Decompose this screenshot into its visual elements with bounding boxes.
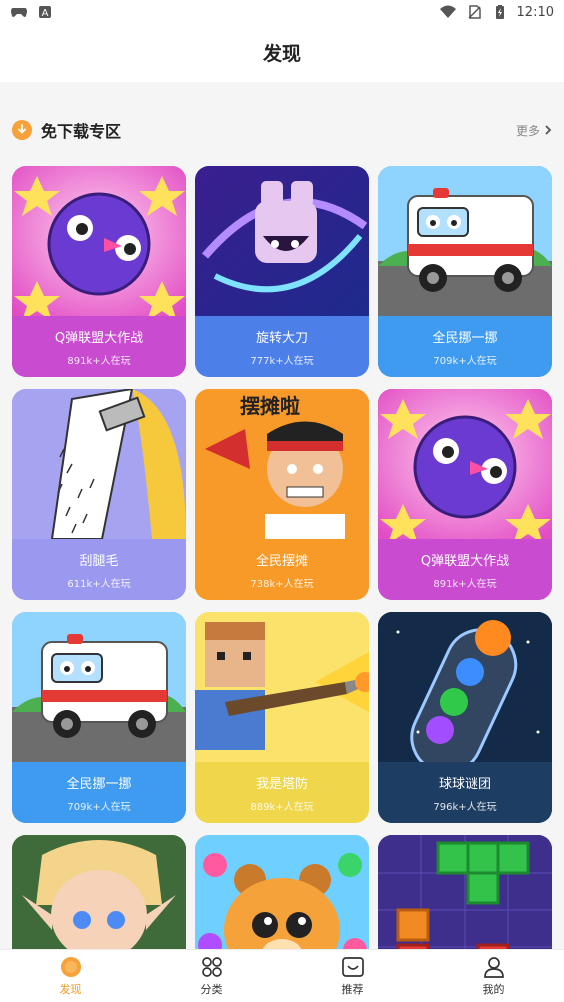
game-thumbnail bbox=[195, 612, 369, 762]
status-time: 12:10 bbox=[516, 4, 554, 20]
game-card[interactable]: 全民挪一挪 709k+人在玩 bbox=[12, 612, 186, 823]
game-play-count: 709k+人在玩 bbox=[67, 801, 131, 813]
game-label-area: Q弹联盟大作战 891k+人在玩 bbox=[378, 539, 552, 600]
game-label-area: 全民挪一挪 709k+人在玩 bbox=[12, 762, 186, 823]
recommend-icon bbox=[341, 957, 364, 977]
game-thumbnail bbox=[378, 166, 552, 316]
game-card[interactable]: 全民挪一挪 709k+人在玩 bbox=[378, 166, 552, 377]
game-thumbnail: 摆摊啦 bbox=[195, 389, 369, 539]
game-play-count: 889k+人在玩 bbox=[250, 801, 314, 813]
game-card[interactable]: 我是塔防 889k+人在玩 bbox=[195, 612, 369, 823]
game-card[interactable]: Q弹联盟大作战 891k+人在玩 bbox=[378, 389, 552, 600]
tab-recommend[interactable]: 推荐 bbox=[282, 950, 423, 1002]
header: 发现 bbox=[0, 24, 564, 80]
tab-category[interactable]: 分类 bbox=[141, 950, 282, 1002]
game-play-count: 891k+人在玩 bbox=[67, 355, 131, 367]
battery-icon bbox=[495, 5, 504, 19]
game-card[interactable]: 刮腿毛 611k+人在玩 bbox=[12, 389, 186, 600]
game-thumbnail bbox=[195, 835, 369, 949]
bottom-tab-bar: 发现 分类 推荐 我的 bbox=[0, 949, 564, 1002]
game-card[interactable] bbox=[195, 835, 369, 949]
game-play-count: 738k+人在玩 bbox=[250, 578, 314, 590]
category-icon bbox=[201, 957, 222, 977]
section-title: 免下载专区 bbox=[41, 122, 122, 141]
status-bar: A 12:10 bbox=[0, 0, 564, 24]
game-label-area: 刮腿毛 611k+人在玩 bbox=[12, 539, 186, 600]
game-play-count: 709k+人在玩 bbox=[433, 355, 497, 367]
game-title: Q弹联盟大作战 bbox=[54, 330, 144, 346]
game-label-area: 旋转大刀 777k+人在玩 bbox=[195, 316, 369, 377]
game-title: 我是塔防 bbox=[255, 776, 308, 792]
wifi-icon bbox=[439, 5, 456, 18]
game-thumbnail bbox=[12, 389, 186, 540]
game-title: 全民挪一挪 bbox=[66, 776, 132, 792]
content-area: 免下载专区 更多 Q弹联盟大作战 891k+人在玩 旋转大刀 777k+人在玩 … bbox=[0, 82, 564, 949]
game-label-area: 全民摆摊 738k+人在玩 bbox=[195, 539, 369, 600]
status-left: A bbox=[10, 5, 54, 19]
game-thumbnail bbox=[378, 612, 552, 774]
game-card[interactable] bbox=[12, 835, 186, 949]
tab-label-category: 分类 bbox=[200, 983, 223, 996]
game-thumbnail bbox=[12, 835, 186, 949]
game-play-count: 611k+人在玩 bbox=[67, 578, 131, 590]
game-thumbnail bbox=[195, 166, 369, 316]
game-thumbnail bbox=[12, 612, 186, 762]
game-label-area: 全民挪一挪 709k+人在玩 bbox=[378, 316, 552, 377]
game-thumbnail bbox=[378, 389, 552, 544]
more-link[interactable]: 更多 bbox=[516, 122, 552, 139]
game-label-area: 我是塔防 889k+人在玩 bbox=[195, 762, 369, 823]
tab-label-profile: 我的 bbox=[482, 983, 505, 996]
game-card[interactable]: 摆摊啦 全民摆摊 738k+人在玩 bbox=[195, 389, 369, 600]
status-right: 12:10 bbox=[439, 5, 554, 20]
app-a-icon: A bbox=[39, 6, 51, 19]
game-card[interactable] bbox=[378, 835, 552, 949]
tab-discover[interactable]: 发现 bbox=[0, 950, 141, 1002]
tab-label-discover: 发现 bbox=[59, 983, 82, 996]
no-sim-icon bbox=[468, 5, 481, 19]
game-title: Q弹联盟大作战 bbox=[420, 553, 510, 569]
game-title: 全民挪一挪 bbox=[432, 330, 498, 346]
game-card[interactable]: 旋转大刀 777k+人在玩 bbox=[195, 166, 369, 377]
game-title: 刮腿毛 bbox=[79, 553, 119, 569]
game-thumbnail bbox=[378, 835, 552, 949]
gamepad-icon bbox=[11, 8, 27, 17]
page-title: 发现 bbox=[262, 42, 301, 65]
game-title: 球球谜团 bbox=[438, 776, 491, 792]
game-thumbnail bbox=[12, 166, 186, 321]
more-label: 更多 bbox=[515, 123, 540, 138]
profile-icon bbox=[483, 957, 504, 978]
tab-label-recommend: 推荐 bbox=[341, 983, 364, 996]
game-card[interactable]: Q弹联盟大作战 891k+人在玩 bbox=[12, 166, 186, 377]
game-label-area: 球球谜团 796k+人在玩 bbox=[378, 762, 552, 823]
chevron-right-icon bbox=[545, 125, 552, 135]
game-play-count: 796k+人在玩 bbox=[433, 801, 497, 813]
game-label-area: Q弹联盟大作战 891k+人在玩 bbox=[12, 316, 186, 377]
game-title: 全民摆摊 bbox=[255, 553, 308, 569]
tab-profile[interactable]: 我的 bbox=[423, 950, 564, 1002]
game-title: 旋转大刀 bbox=[255, 330, 308, 346]
download-icon bbox=[12, 120, 32, 140]
svg-text:摆摊啦: 摆摊啦 bbox=[240, 394, 300, 418]
game-play-count: 777k+人在玩 bbox=[250, 355, 314, 367]
game-card[interactable]: 球球谜团 796k+人在玩 bbox=[378, 612, 552, 823]
section-header: 免下载专区 更多 bbox=[0, 114, 564, 146]
svg-text:A: A bbox=[42, 8, 49, 19]
game-play-count: 891k+人在玩 bbox=[433, 578, 497, 590]
section-title-group: 免下载专区 bbox=[12, 118, 121, 142]
discover-icon bbox=[60, 957, 81, 977]
